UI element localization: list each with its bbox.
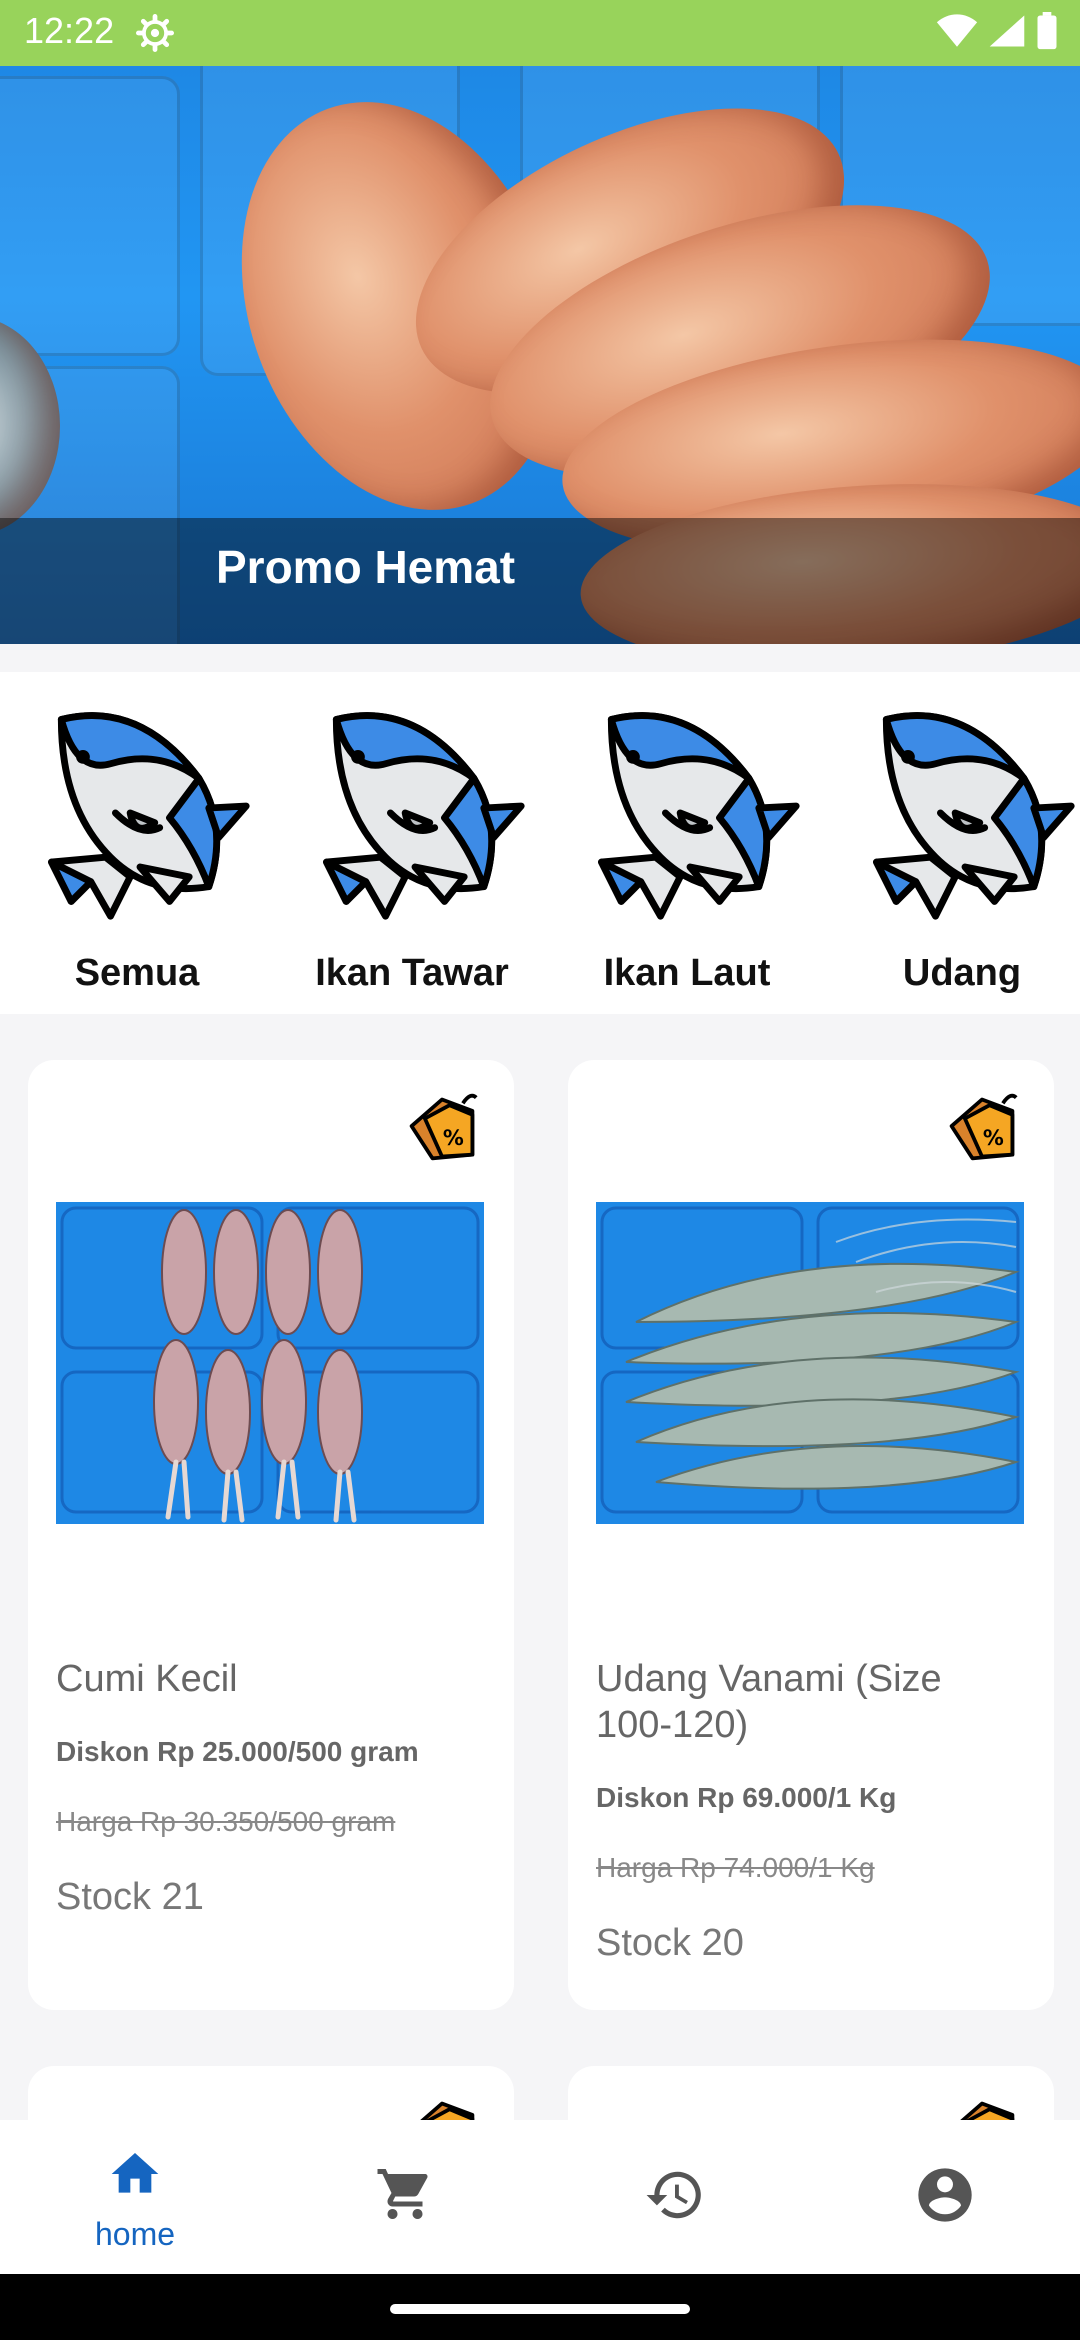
battery-icon (1037, 12, 1057, 50)
fish-icon (873, 712, 1075, 920)
bottom-navigation: home (0, 2120, 1080, 2274)
category-item-ikan-tawar[interactable]: Ikan Tawar (277, 672, 547, 1014)
category-label: Udang (902, 952, 1022, 994)
product-card[interactable]: % Cumi Kecil Diskon Rp 25.000/500 gram H… (28, 1060, 514, 2010)
product-image (596, 1202, 1024, 1524)
product-discount-price: Diskon Rp 25.000/500 gram (56, 1736, 419, 1767)
home-icon (111, 2153, 159, 2193)
svg-text:%: % (983, 1126, 1004, 1150)
product-image (56, 1202, 484, 1524)
signal-icon (989, 15, 1025, 47)
status-time: 12:22 (24, 10, 115, 51)
product-stock: Stock 20 (596, 1922, 744, 1964)
cart-icon (377, 2169, 428, 2219)
nav-item-cart[interactable] (270, 2120, 540, 2274)
wifi-icon (936, 14, 978, 47)
discount-tag-icon: % (409, 1093, 478, 1161)
nav-label: home (94, 2216, 176, 2252)
product-original-price: Harga Rp 30.350/500 gram (56, 1806, 396, 1837)
product-name: Udang Vanami (Size 100-120) (596, 1658, 942, 1746)
promo-banner[interactable]: Promo Hemat (0, 66, 1080, 644)
status-bar: 12:22 (0, 0, 1080, 66)
category-item-ikan-laut[interactable]: Ikan Laut (552, 672, 822, 1014)
history-icon (646, 2171, 701, 2219)
fish-icon (48, 712, 250, 920)
category-label: Semua (74, 952, 200, 994)
nav-item-account[interactable] (810, 2120, 1080, 2274)
category-label: Ikan Laut (603, 952, 771, 994)
product-discount-price: Diskon Rp 69.000/1 Kg (596, 1782, 897, 1813)
fish-icon (323, 712, 525, 920)
product-stock: Stock 21 (56, 1876, 204, 1918)
category-item-udang[interactable]: Udang (827, 672, 1080, 1014)
category-item-semua[interactable]: Semua (2, 672, 272, 1014)
nav-item-home[interactable]: home (0, 2120, 270, 2274)
settings-gear-icon (136, 14, 174, 52)
home-gesture-handle[interactable] (390, 2304, 690, 2314)
product-name: Cumi Kecil (56, 1658, 238, 1700)
banner-title: Promo Hemat (216, 541, 516, 593)
product-original-price: Harga Rp 74.000/1 Kg (596, 1852, 875, 1883)
category-list: Semua Ikan Tawar Ikan Laut Udang (0, 672, 1080, 1014)
product-card[interactable]: % Udang Vanami (Size 100-120) Diskon Rp … (568, 1060, 1054, 2010)
fish-icon (598, 712, 800, 920)
category-label: Ikan Tawar (315, 952, 509, 994)
nav-item-history[interactable] (540, 2120, 810, 2274)
banner-caption-overlay (0, 518, 1080, 644)
discount-tag-icon: % (949, 1093, 1018, 1161)
account-icon (918, 2168, 972, 2222)
svg-text:%: % (443, 1126, 464, 1150)
